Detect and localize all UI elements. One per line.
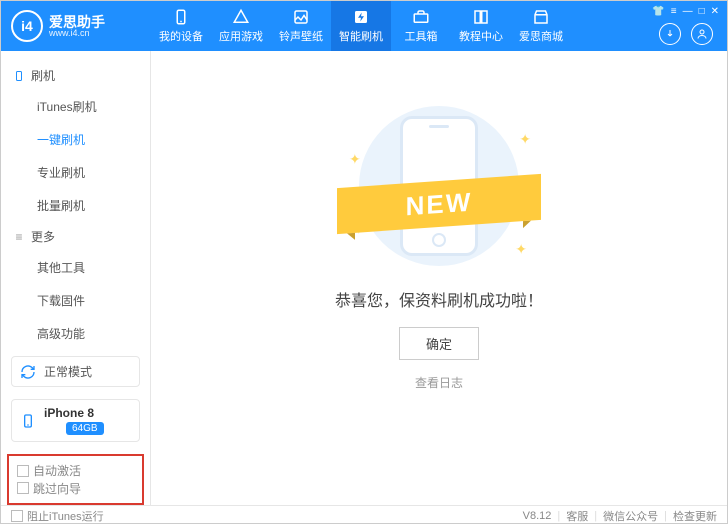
main-panel: ✦✦✧✦ NEW 恭喜您，保资料刷机成功啦！ 确定 查看日志 [151, 51, 727, 505]
sidebar-item-advanced[interactable]: 高级功能 [1, 317, 150, 350]
phone-small-icon [13, 70, 25, 82]
support-link[interactable]: 客服 [566, 508, 588, 524]
minimize-icon[interactable]: — [683, 6, 693, 17]
skip-guide-checkbox[interactable]: 跳过向导 [17, 480, 81, 497]
wallpaper-icon [292, 8, 310, 26]
checkbox-icon [17, 482, 29, 494]
sidebar: 刷机 iTunes刷机 一键刷机 专业刷机 批量刷机 ≡ 更多 其他工具 下载固… [1, 51, 151, 505]
toolbox-icon [412, 8, 430, 26]
nav-toolbox[interactable]: 工具箱 [391, 1, 451, 51]
mode-box[interactable]: 正常模式 [11, 356, 140, 387]
sidebar-item-other-tools[interactable]: 其他工具 [1, 251, 150, 284]
menu-icon[interactable]: ≡ [671, 6, 677, 17]
version-label: V8.12 [523, 510, 552, 522]
close-icon[interactable]: ✕ [711, 6, 719, 17]
sidebar-item-pro-flash[interactable]: 专业刷机 [1, 156, 150, 189]
options-highlight-box: 自动激活 跳过向导 [7, 454, 144, 505]
device-box[interactable]: iPhone 8 64GB [11, 399, 140, 442]
apps-icon [232, 8, 250, 26]
app-subtitle: www.i4.cn [49, 29, 105, 38]
status-bar: 阻止iTunes运行 V8.12 | 客服 | 微信公众号 | 检查更新 [1, 505, 727, 525]
more-icon: ≡ [13, 231, 25, 243]
wechat-link[interactable]: 微信公众号 [603, 508, 658, 524]
nav-apps-games[interactable]: 应用游戏 [211, 1, 271, 51]
sidebar-item-oneclick-flash[interactable]: 一键刷机 [1, 123, 150, 156]
checkbox-icon [11, 510, 23, 522]
sidebar-item-download-firmware[interactable]: 下载固件 [1, 284, 150, 317]
refresh-icon [20, 364, 36, 380]
auto-activate-checkbox[interactable]: 自动激活 [17, 462, 81, 479]
phone-icon [172, 8, 190, 26]
check-update-link[interactable]: 检查更新 [673, 508, 717, 524]
app-header: i4 爱思助手 www.i4.cn 我的设备 应用游戏 铃声壁纸 智能刷机 工具… [1, 1, 727, 51]
sidebar-group-more[interactable]: ≡ 更多 [1, 222, 150, 251]
book-icon [472, 8, 490, 26]
skin-icon[interactable]: 👕 [652, 6, 664, 17]
checkbox-icon [17, 465, 29, 477]
success-illustration: ✦✦✧✦ NEW [339, 101, 539, 271]
ok-button[interactable]: 确定 [399, 327, 479, 360]
device-icon [20, 413, 36, 429]
user-icon[interactable] [691, 23, 713, 45]
sidebar-item-batch-flash[interactable]: 批量刷机 [1, 189, 150, 222]
logo-icon: i4 [11, 10, 43, 42]
nav-ringtones-wallpapers[interactable]: 铃声壁纸 [271, 1, 331, 51]
maximize-icon[interactable]: □ [699, 6, 705, 17]
device-name: iPhone 8 [44, 406, 104, 420]
success-message: 恭喜您，保资料刷机成功啦！ [335, 287, 543, 311]
download-icon[interactable] [659, 23, 681, 45]
top-nav: 我的设备 应用游戏 铃声壁纸 智能刷机 工具箱 教程中心 爱思商城 [151, 1, 727, 51]
store-icon [532, 8, 550, 26]
nav-smart-flash[interactable]: 智能刷机 [331, 1, 391, 51]
view-log-link[interactable]: 查看日志 [415, 374, 463, 391]
mode-label: 正常模式 [44, 363, 92, 380]
app-title: 爱思助手 [49, 15, 105, 29]
nav-store[interactable]: 爱思商城 [511, 1, 571, 51]
block-itunes-checkbox[interactable]: 阻止iTunes运行 [11, 508, 104, 524]
header-actions [659, 23, 713, 45]
flash-icon [352, 8, 370, 26]
sidebar-group-flash[interactable]: 刷机 [1, 61, 150, 90]
nav-my-device[interactable]: 我的设备 [151, 1, 211, 51]
nav-tutorials[interactable]: 教程中心 [451, 1, 511, 51]
logo-area: i4 爱思助手 www.i4.cn [1, 10, 151, 42]
storage-badge: 64GB [66, 422, 104, 435]
sidebar-item-itunes-flash[interactable]: iTunes刷机 [1, 90, 150, 123]
window-controls: 👕 ≡ — □ ✕ [652, 6, 719, 17]
